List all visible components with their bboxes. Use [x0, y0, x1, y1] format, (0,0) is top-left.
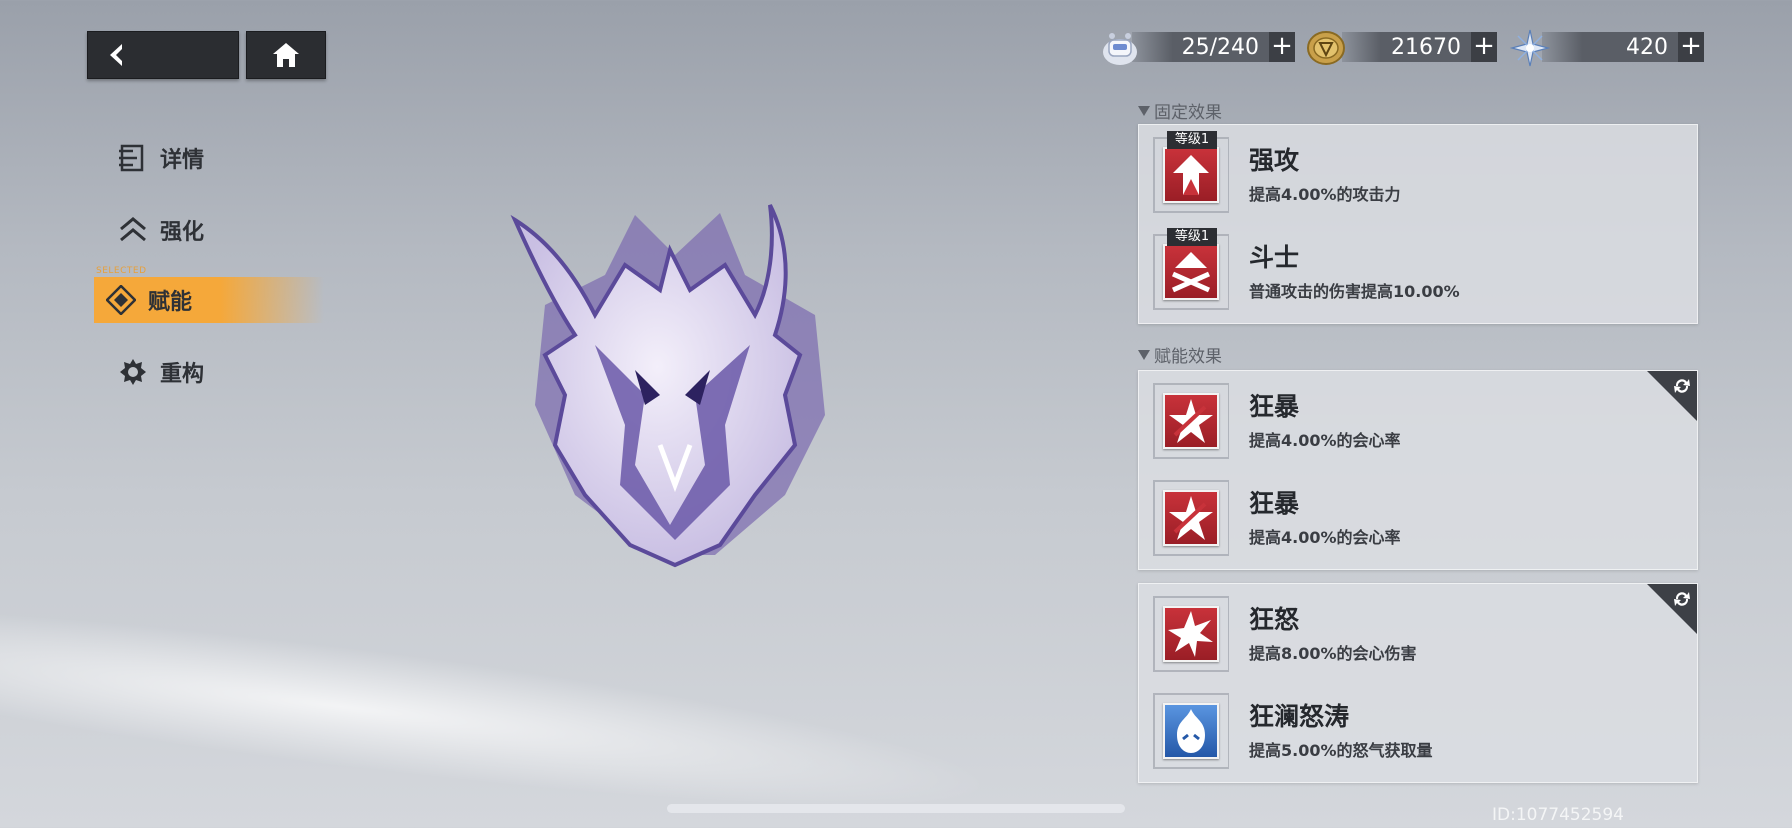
add-stamina-button[interactable]: +	[1269, 32, 1295, 62]
effect-name: 狂暴	[1249, 489, 1300, 518]
dragon-emblem	[510, 204, 825, 568]
list-item[interactable]: 等级1 斗士 普通攻击的伤害提高10.00%	[1139, 224, 1699, 320]
list-item[interactable]: 狂怒 提高8.00%的会心伤害	[1139, 586, 1699, 682]
stamina-robot-icon	[1103, 33, 1137, 65]
sidebar-item-empower[interactable]: 赋能	[106, 280, 192, 320]
add-crystal-button[interactable]: +	[1678, 32, 1704, 62]
list-item[interactable]: 等级1 强攻 提高4.00%的攻击力	[1139, 127, 1699, 223]
stamina-value: 25/240	[1181, 34, 1259, 60]
effect-desc: 提高8.00%的会心伤害	[1249, 644, 1417, 663]
effect-desc: 提高4.00%的会心率	[1249, 528, 1401, 547]
rebuild-gear-icon	[118, 357, 148, 387]
sidebar-item-label: 详情	[160, 148, 205, 173]
sidebar-active-tag: SELECTED	[96, 266, 147, 276]
details-list-icon	[118, 143, 148, 173]
effect-name: 狂怒	[1249, 605, 1300, 634]
crit-damage-star-icon	[1163, 606, 1219, 662]
home-icon	[273, 43, 299, 67]
resource-stamina: 25/240 +	[1132, 32, 1295, 62]
list-item[interactable]: 狂暴 提高4.00%的会心率	[1139, 470, 1699, 566]
list-item[interactable]: 狂澜怒涛 提高5.00%的怒气获取量	[1139, 683, 1699, 779]
back-arrow-icon	[110, 44, 122, 66]
background-glow	[0, 593, 1004, 828]
section-title-text: 赋能效果	[1154, 347, 1222, 367]
upgrade-chevron-icon	[118, 215, 148, 245]
add-coin-button[interactable]: +	[1471, 32, 1497, 62]
triangle-down-icon	[1138, 105, 1150, 116]
fighter-icon	[1163, 244, 1219, 300]
effect-name: 强攻	[1249, 146, 1300, 175]
home-button[interactable]	[246, 31, 326, 79]
empower-group-2: 狂怒 提高8.00%的会心伤害 狂澜怒涛 提高5.00%的怒气获取量	[1138, 583, 1698, 783]
effect-desc: 提高4.00%的会心率	[1249, 431, 1401, 450]
sidebar-item-label: 赋能	[148, 290, 193, 315]
level-badge: 等级1	[1167, 228, 1217, 246]
home-indicator-bar[interactable]	[667, 804, 1125, 813]
coin-icon	[1307, 31, 1345, 65]
crystal-value: 420	[1626, 34, 1668, 60]
sidebar-item-rebuild[interactable]: 重构	[118, 352, 204, 392]
effect-desc: 提高5.00%的怒气获取量	[1249, 741, 1433, 760]
back-button[interactable]	[87, 31, 239, 79]
effect-name: 斗士	[1249, 243, 1300, 272]
triangle-down-icon	[1138, 349, 1150, 360]
effect-name: 狂澜怒涛	[1249, 702, 1350, 731]
empower-group-1: 狂暴 提高4.00%的会心率 狂暴 提高4.00%的会心率	[1138, 370, 1698, 570]
empower-icon	[106, 285, 136, 315]
fixed-effects-card: 等级1 强攻 提高4.00%的攻击力 等级1 斗士 普通攻击的伤害提高10.00…	[1138, 124, 1698, 324]
crystal-star-icon	[1510, 29, 1550, 67]
level-badge: 等级1	[1167, 131, 1217, 149]
sidebar-item-label: 重构	[160, 362, 205, 387]
sidebar-item-label: 强化	[160, 220, 205, 245]
sidebar-item-upgrade[interactable]: 强化	[118, 210, 204, 250]
section-title-text: 固定效果	[1154, 103, 1222, 123]
effect-desc: 提高4.00%的攻击力	[1249, 185, 1401, 204]
fixed-effects-title: 固定效果	[1138, 98, 1222, 123]
user-id-label: ID:1077452594	[1492, 805, 1624, 825]
attack-up-arrow-icon	[1163, 147, 1219, 203]
effect-name: 狂暴	[1249, 392, 1300, 421]
resource-crystal: 420 +	[1542, 32, 1704, 62]
sidebar-item-details[interactable]: 详情	[118, 138, 204, 178]
empower-effects-title: 赋能效果	[1138, 342, 1222, 367]
resource-coin: 21670 +	[1342, 32, 1497, 62]
list-item[interactable]: 狂暴 提高4.00%的会心率	[1139, 373, 1699, 469]
rage-flame-icon	[1163, 703, 1219, 759]
effect-desc: 普通攻击的伤害提高10.00%	[1249, 282, 1460, 301]
crit-star-icon	[1163, 393, 1219, 449]
crit-star-icon	[1163, 490, 1219, 546]
coin-value: 21670	[1391, 34, 1461, 60]
